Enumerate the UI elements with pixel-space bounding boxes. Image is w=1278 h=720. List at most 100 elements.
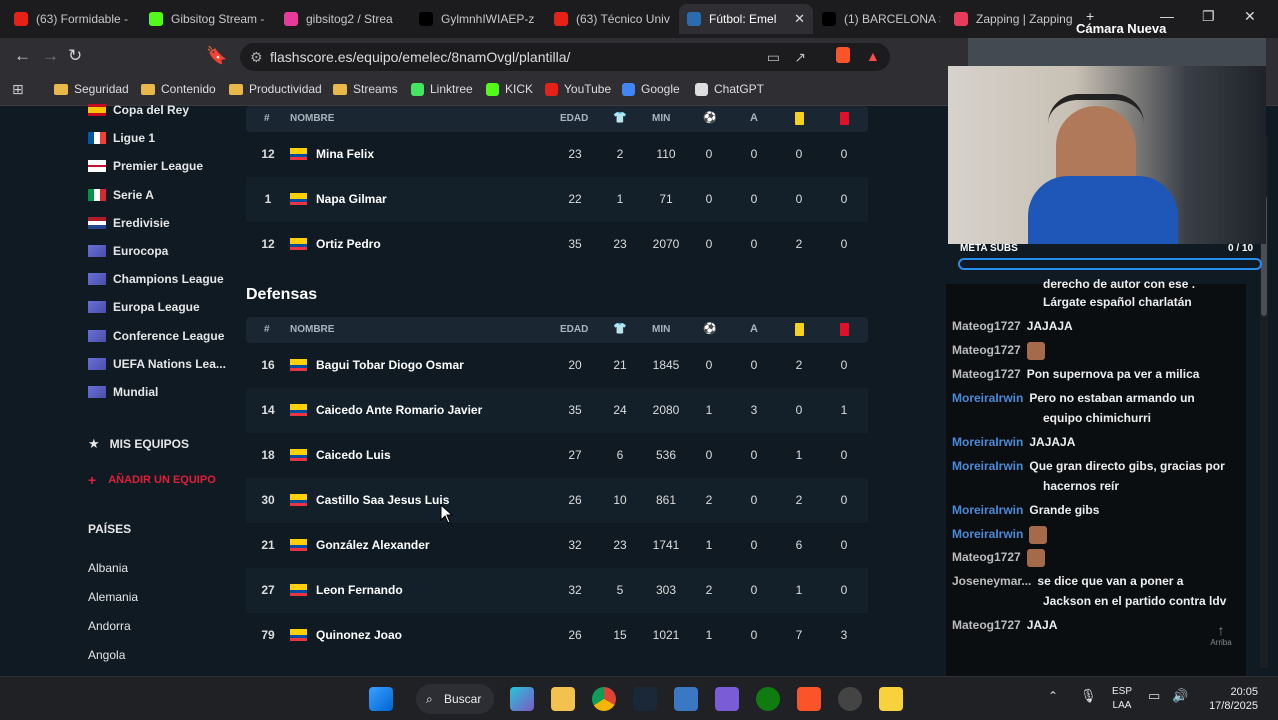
brave-shield-icon[interactable] [836,47,850,63]
player-name[interactable]: Ortiz Pedro [316,237,381,251]
header-age[interactable]: EDAD [560,113,588,124]
chat-username[interactable]: Mateog1727 [952,550,1021,564]
sidebar-league-item[interactable]: Europa League [88,300,200,314]
bookmark-google[interactable]: Google [622,82,680,96]
bookmark-youtube[interactable]: YouTube [545,82,611,96]
sidebar-league-item[interactable]: Conference League [88,329,224,343]
table-row[interactable]: 12 35 23 2070 0 0 2 0 Ortiz Pedro [246,222,868,267]
country-item[interactable]: Angola [88,648,125,662]
assists-icon[interactable]: A [750,323,758,335]
chat-username[interactable]: Mateog1727 [952,343,1021,357]
sticky-notes-icon[interactable] [879,687,903,711]
add-team-link[interactable]: + AÑADIR UN EQUIPO [88,472,216,488]
brave-icon[interactable] [797,687,821,711]
country-item[interactable]: Albania [88,561,128,575]
header-name[interactable]: NOMBRE [290,113,334,124]
sidebar-league-item[interactable]: Mundial [88,385,158,399]
header-minutes[interactable]: MIN [652,113,670,124]
table-row[interactable]: 21 32 23 1741 1 0 6 0 González Alexander [246,523,868,568]
yellow-card-icon[interactable] [795,112,804,125]
back-icon[interactable]: ← [14,46,31,66]
player-name[interactable]: Bagui Tobar Diogo Osmar [316,358,464,372]
taskbar-search[interactable]: ⌕ Buscar [416,684,494,714]
player-name[interactable]: Napa Gilmar [316,192,387,206]
maximize-button[interactable]: ❐ [1202,8,1215,25]
chat-username[interactable]: Mateog1727 [952,319,1021,333]
reload-icon[interactable]: ↻ [68,46,82,66]
tab-5[interactable]: (63) Técnico Univ [546,4,680,34]
microphone-icon[interactable]: 🎙 [1080,688,1097,704]
player-name[interactable]: Caicedo Ante Romario Javier [316,403,482,417]
sidebar-league-item[interactable]: Ligue 1 [88,131,155,145]
tab-8[interactable]: Zapping | Zapping [946,4,1080,34]
player-name[interactable]: Caicedo Luis [316,448,391,462]
chrome-icon[interactable] [592,687,616,711]
chat-username[interactable]: Mateog1727 [952,618,1021,632]
bookmark-productividad[interactable]: Productividad [229,82,322,96]
language-indicator[interactable]: ESP LAA [1112,685,1132,713]
apps-grid-icon[interactable]: ⊞ [12,81,24,98]
site-info-icon[interactable]: ⚙ [250,43,263,71]
sidebar-league-item[interactable]: UEFA Nations Lea... [88,357,226,371]
scroll-top-button[interactable]: ↑ Arriba [1206,622,1236,656]
brave-rewards-icon[interactable]: ▲ [866,48,880,64]
bookmark-seguridad[interactable]: Seguridad [54,82,129,96]
appearances-shirt-icon[interactable]: 👕 [613,111,627,124]
obs-icon[interactable] [838,687,862,711]
sidebar-league-item[interactable]: Eurocopa [88,244,168,258]
table-row[interactable]: 79 26 15 1021 1 0 7 3 Quinonez Joao [246,613,868,658]
header-age[interactable]: EDAD [560,324,588,335]
cast-icon[interactable]: ▭ [767,43,780,71]
calculator-icon[interactable] [674,687,698,711]
table-row[interactable]: 1 22 1 71 0 0 0 0 Napa Gilmar [246,177,868,222]
forward-icon[interactable]: → [42,46,59,66]
chat-username[interactable]: Joseneymar... [952,574,1031,588]
chat-username[interactable]: MoreiraIrwin [952,435,1023,449]
bookmark-linktree[interactable]: Linktree [411,82,473,96]
steam-icon[interactable] [633,687,657,711]
chat-username[interactable]: MoreiraIrwin [952,391,1023,405]
clock[interactable]: 20:05 17/8/2025 [1198,685,1258,713]
close-window-button[interactable]: ✕ [1244,8,1256,25]
sidebar-league-item[interactable]: Copa del Rey [88,103,189,117]
country-item[interactable]: Andorra [88,619,131,633]
chat-username[interactable]: MoreiraIrwin [952,527,1023,541]
tab-1[interactable]: (63) Formidable - [6,4,140,34]
header-name[interactable]: NOMBRE [290,324,334,335]
copilot-icon[interactable] [510,687,534,711]
table-row[interactable]: 12 23 2 110 0 0 0 0 Mina Felix [246,132,868,177]
file-explorer-icon[interactable] [551,687,575,711]
tab-3[interactable]: gibsitog2 / Strea [276,4,410,34]
snipping-tool-icon[interactable] [715,687,739,711]
windows-start-icon[interactable] [369,687,393,711]
url-field[interactable]: ⚙ flashscore.es/equipo/emelec/8namOvgl/p… [240,43,890,71]
table-row[interactable]: 30 26 10 861 2 0 2 0 Castillo Saa Jesus Luis [246,478,868,523]
player-name[interactable]: Leon Fernando [316,583,403,597]
bookmark-contenido[interactable]: Contenido [141,82,216,96]
tab-6[interactable]: Fútbol: Emel ✕ [679,4,813,34]
header-number[interactable]: # [264,113,270,124]
goals-ball-icon[interactable]: ⚽ [703,322,717,335]
goals-ball-icon[interactable]: ⚽ [703,111,717,124]
header-number[interactable]: # [264,324,270,335]
player-name[interactable]: Castillo Saa Jesus Luis [316,493,449,507]
table-row[interactable]: 18 27 6 536 0 0 1 0 Caicedo Luis [246,433,868,478]
table-row[interactable]: 27 32 5 303 2 0 1 0 Leon Fernando [246,568,868,613]
table-row[interactable]: 16 20 21 1845 0 0 2 0 Bagui Tobar Diogo Osmar [246,343,868,388]
tab-4[interactable]: GylmnhIWIAEP-z [411,4,545,34]
header-minutes[interactable]: MIN [652,324,670,335]
sidebar-league-item[interactable]: Eredivisie [88,216,170,230]
appearances-shirt-icon[interactable]: 👕 [613,322,627,335]
assists-icon[interactable]: A [750,112,758,124]
chat-username[interactable]: MoreiraIrwin [952,459,1023,473]
bookmark-streams[interactable]: Streams [333,82,398,96]
player-name[interactable]: Mina Felix [316,147,374,161]
network-icon[interactable]: ▭ [1148,688,1160,704]
player-name[interactable]: González Alexander [316,538,430,552]
chat-username[interactable]: Mateog1727 [952,367,1021,381]
sidebar-league-item[interactable]: Champions League [88,272,224,286]
country-item[interactable]: Alemania [88,590,138,604]
player-name[interactable]: Quinonez Joao [316,628,402,642]
sidebar-league-item[interactable]: Premier League [88,159,203,173]
bookmark-icon[interactable]: 🔖 [206,46,227,66]
